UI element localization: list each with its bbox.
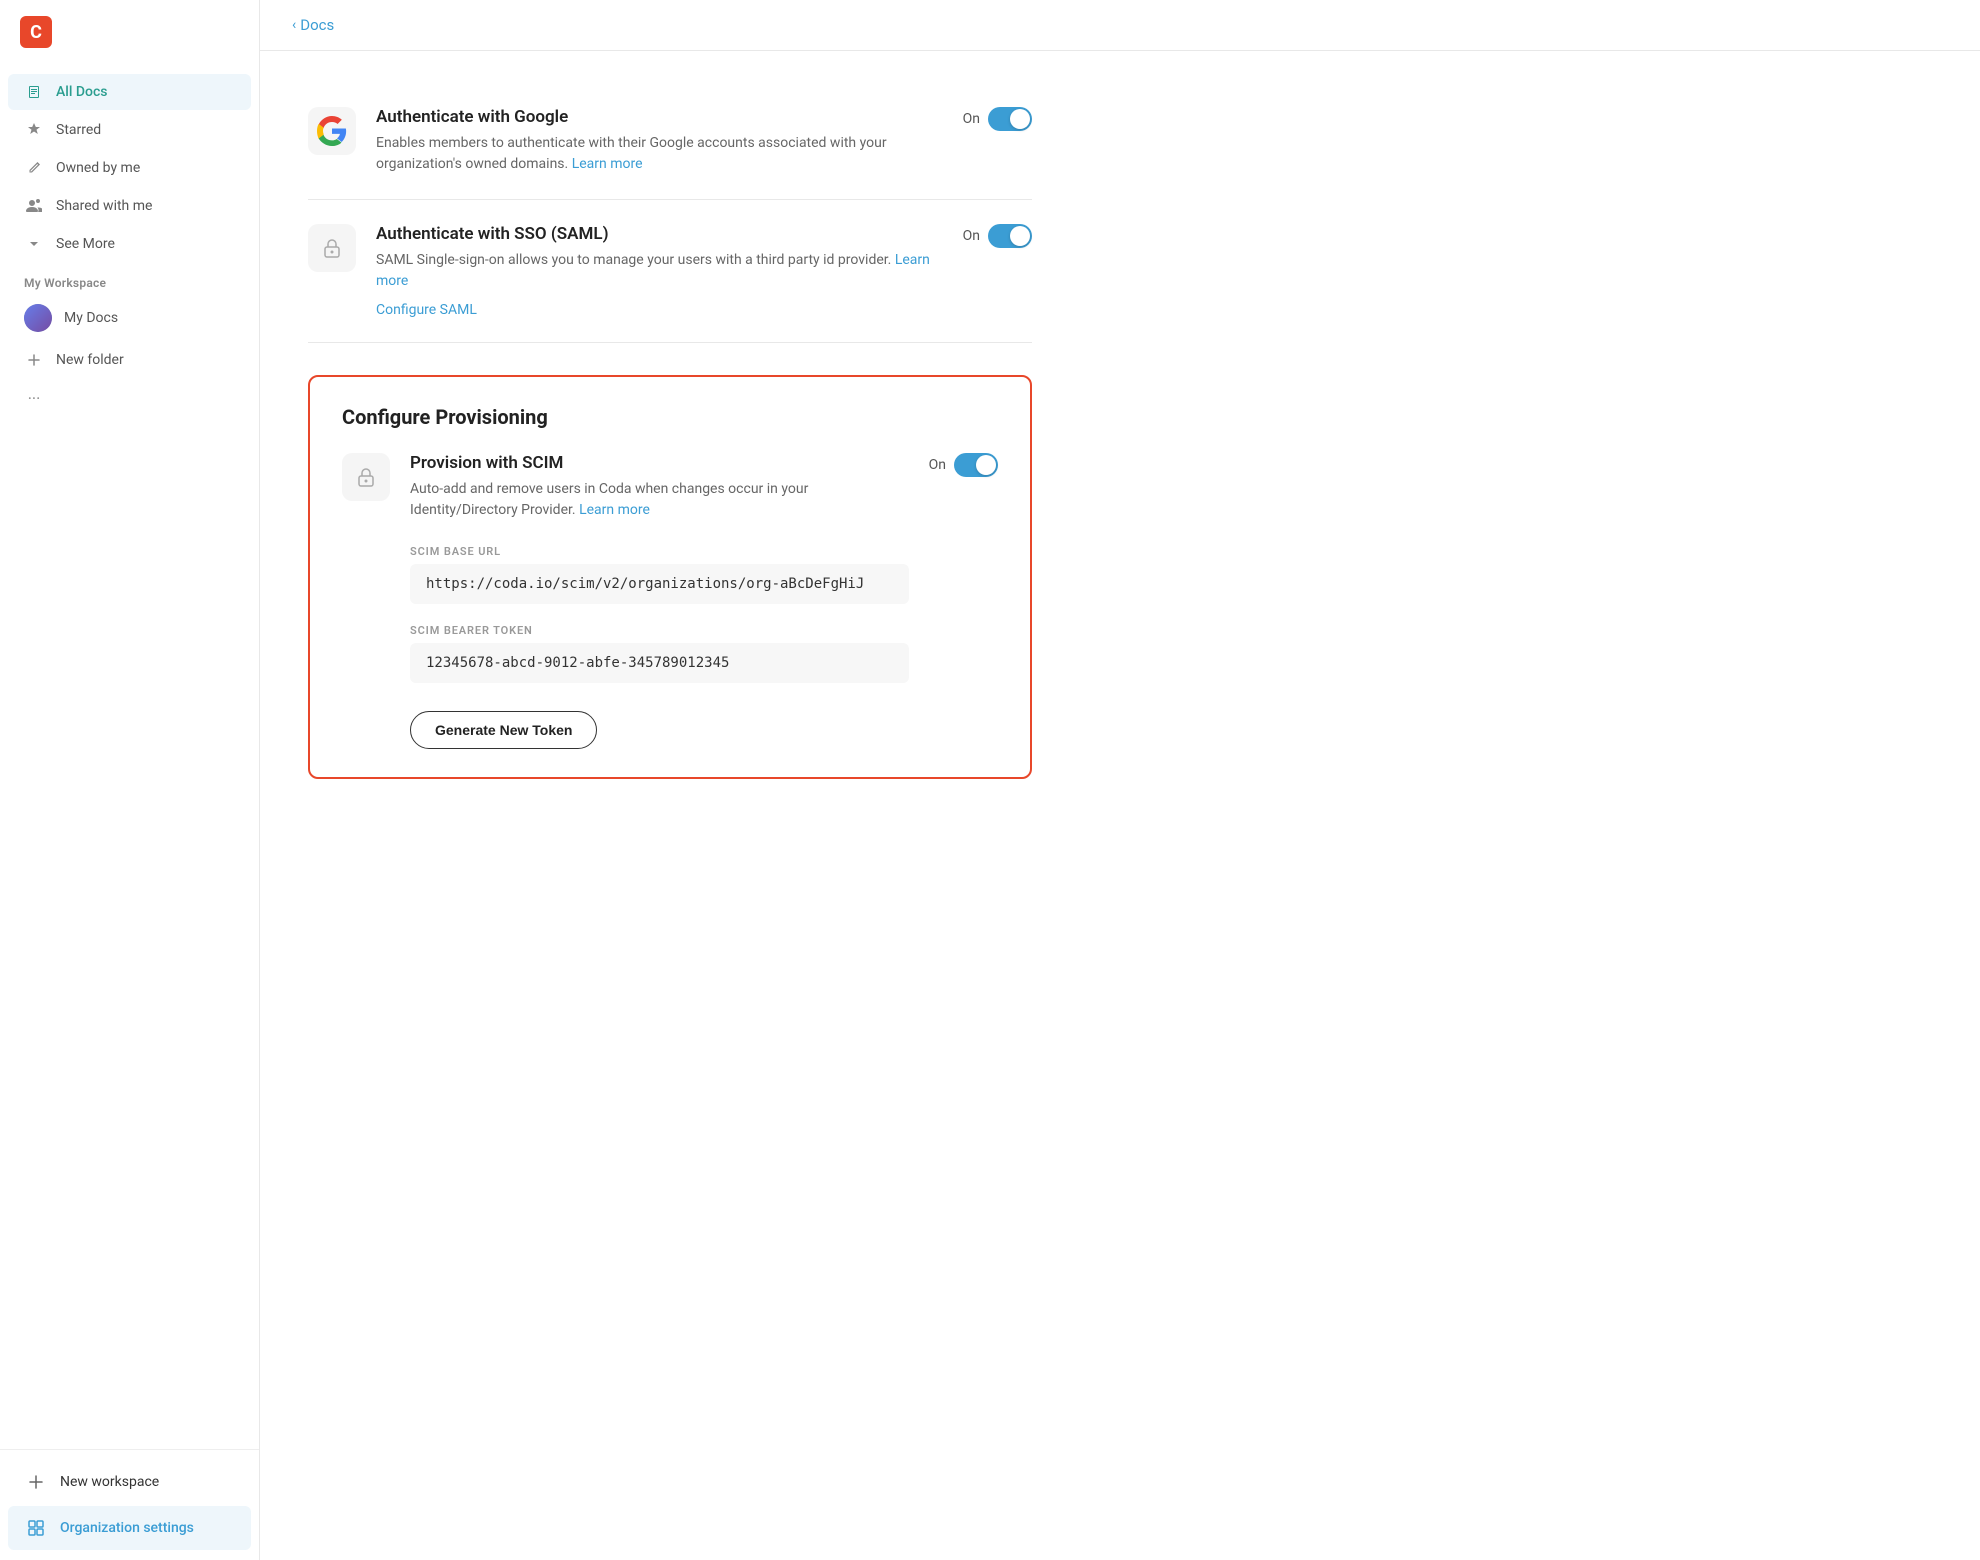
plus-icon xyxy=(24,350,44,370)
sidebar-item-more[interactable]: ··· xyxy=(8,380,251,416)
provision-row: Provision with SCIM Auto-add and remove … xyxy=(342,453,998,749)
sidebar-item-label: Starred xyxy=(56,122,101,138)
workspace-section-label: My Workspace xyxy=(0,264,259,294)
back-label: Docs xyxy=(300,16,334,34)
sidebar-item-starred[interactable]: Starred xyxy=(8,112,251,148)
ellipsis-icon: ··· xyxy=(24,388,44,408)
pencil-icon xyxy=(24,158,44,178)
sidebar-item-label: New workspace xyxy=(60,1474,159,1490)
page-header: ‹ Docs xyxy=(260,0,1980,51)
generate-token-button[interactable]: Generate New Token xyxy=(410,711,597,749)
auth-google-learn-more[interactable]: Learn more xyxy=(572,156,643,172)
auth-google-toggle[interactable] xyxy=(988,107,1032,131)
configure-saml-link[interactable]: Configure SAML xyxy=(376,302,477,318)
provision-toggle[interactable] xyxy=(954,453,998,477)
avatar xyxy=(24,304,52,332)
grid-icon xyxy=(24,1516,48,1540)
provision-desc: Auto-add and remove users in Coda when c… xyxy=(410,479,909,521)
logo-area: C xyxy=(0,0,259,64)
scim-icon-box xyxy=(342,453,390,501)
main-content: ‹ Docs Authenticate with Google Enables … xyxy=(260,0,1980,1560)
provision-toggle-area: On xyxy=(929,453,998,477)
sidebar-item-label: Owned by me xyxy=(56,160,140,176)
workspace-menu: New workspace Organization settings xyxy=(0,1449,259,1560)
lock-icon-provision xyxy=(355,466,377,488)
auth-sso-desc-text: SAML Single-sign-on allows you to manage… xyxy=(376,252,895,268)
sidebar-nav: All Docs Starred Owned by me Shared with… xyxy=(0,64,259,1449)
auth-sso-content: Authenticate with SSO (SAML) SAML Single… xyxy=(376,224,943,318)
provision-title: Provision with SCIM xyxy=(410,453,909,473)
provision-content: Provision with SCIM Auto-add and remove … xyxy=(410,453,909,749)
sidebar-item-new-workspace[interactable]: New workspace xyxy=(8,1460,251,1504)
sidebar-item-label: Shared with me xyxy=(56,198,152,214)
google-icon-box xyxy=(308,107,356,155)
scim-url-value: https://coda.io/scim/v2/organizations/or… xyxy=(410,564,909,604)
auth-google-toggle-area: On xyxy=(963,107,1032,131)
auth-google-title: Authenticate with Google xyxy=(376,107,943,127)
sidebar-item-label: My Docs xyxy=(64,310,118,326)
main-body: Authenticate with Google Enables members… xyxy=(260,51,1080,811)
sidebar-item-new-folder[interactable]: New folder xyxy=(8,342,251,378)
auth-google-desc: Enables members to authenticate with the… xyxy=(376,133,943,175)
bearer-token-value: 12345678-abcd-9012-abfe-345789012345 xyxy=(410,643,909,683)
back-button[interactable]: ‹ Docs xyxy=(292,16,334,34)
sidebar-item-label: All Docs xyxy=(56,84,108,100)
bearer-token-label: SCIM Bearer Token xyxy=(410,624,909,637)
auth-sso-toggle[interactable] xyxy=(988,224,1032,248)
sidebar: C All Docs Starred Owned by me xyxy=(0,0,260,1560)
people-icon xyxy=(24,196,44,216)
sidebar-item-shared-with-me[interactable]: Shared with me xyxy=(8,188,251,224)
chevron-down-icon xyxy=(24,234,44,254)
provision-section-title: Configure Provisioning xyxy=(342,405,998,429)
sso-icon-box xyxy=(308,224,356,272)
provision-toggle-label: On xyxy=(929,457,946,473)
auth-sso-toggle-area: On xyxy=(963,224,1032,248)
lock-icon xyxy=(321,237,343,259)
sidebar-item-all-docs[interactable]: All Docs xyxy=(8,74,251,110)
sidebar-item-owned-by-me[interactable]: Owned by me xyxy=(8,150,251,186)
sidebar-item-label: New folder xyxy=(56,352,124,368)
sidebar-item-label: See More xyxy=(56,236,115,252)
google-icon xyxy=(317,116,347,146)
sidebar-item-see-more[interactable]: See More xyxy=(8,226,251,262)
app-logo: C xyxy=(20,16,52,48)
sidebar-item-org-settings[interactable]: Organization settings xyxy=(8,1506,251,1550)
configure-provisioning-box: Configure Provisioning Provision with SC… xyxy=(308,375,1032,779)
sidebar-item-my-docs[interactable]: My Docs xyxy=(8,296,251,340)
sidebar-item-label: Organization settings xyxy=(60,1520,194,1536)
auth-sso-toggle-label: On xyxy=(963,228,980,244)
provision-learn-more[interactable]: Learn more xyxy=(579,502,650,518)
auth-sso-title: Authenticate with SSO (SAML) xyxy=(376,224,943,244)
chevron-left-icon: ‹ xyxy=(292,17,296,33)
auth-google-section: Authenticate with Google Enables members… xyxy=(308,83,1032,200)
scim-url-label: SCIM Base URL xyxy=(410,545,909,558)
star-icon xyxy=(24,120,44,140)
auth-google-content: Authenticate with Google Enables members… xyxy=(376,107,943,175)
auth-sso-section: Authenticate with SSO (SAML) SAML Single… xyxy=(308,200,1032,343)
doc-icon xyxy=(24,82,44,102)
auth-sso-desc: SAML Single-sign-on allows you to manage… xyxy=(376,250,943,292)
auth-google-toggle-label: On xyxy=(963,111,980,127)
plus-icon xyxy=(24,1470,48,1494)
